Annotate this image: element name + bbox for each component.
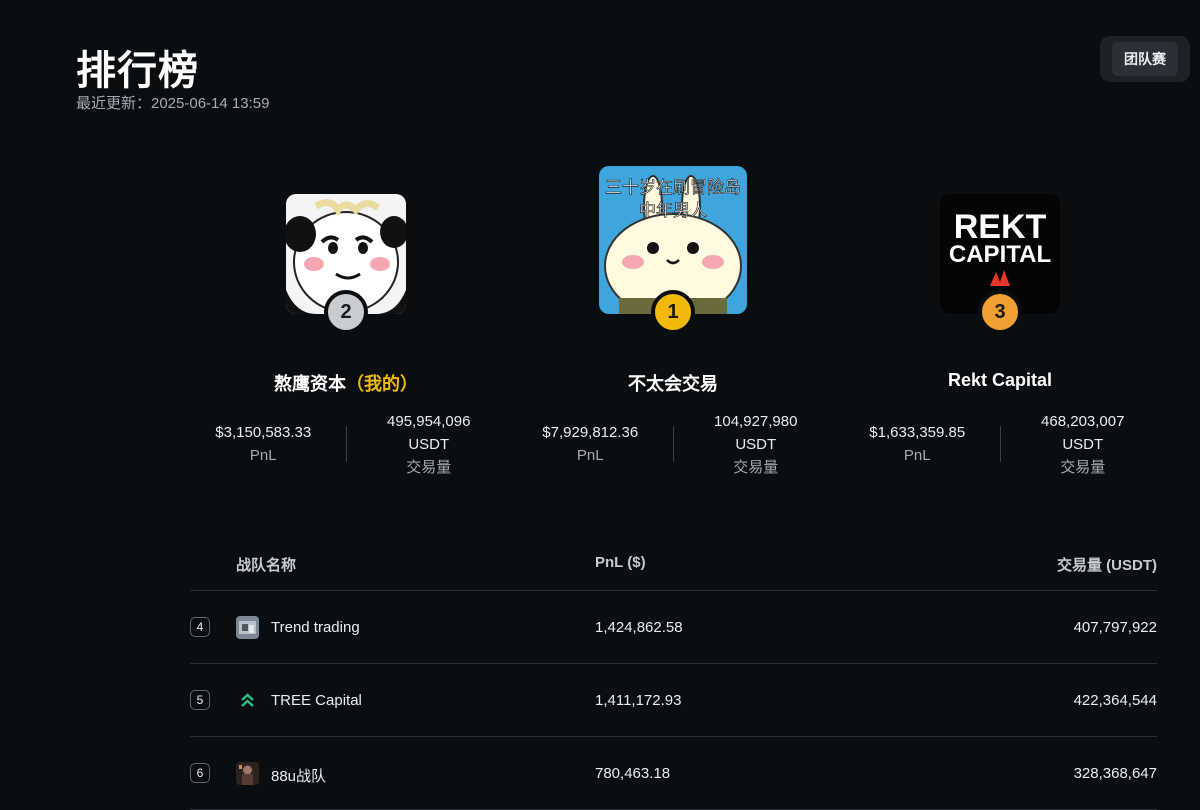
- podium-rank-2[interactable]: 2 熬鹰资本（我的） $3,150,583.33 PnL 495,954,096…: [181, 194, 511, 476]
- volume-value: 328,368,647: [1073, 765, 1157, 782]
- rank-number: 5: [190, 690, 210, 710]
- table-row[interactable]: 6 88u战队 780,463.18 328,368,647: [190, 737, 1157, 810]
- volume-value: 495,954,096: [387, 412, 471, 430]
- avatar-caption-1: 三十岁在刷冒险岛: [605, 178, 741, 198]
- avatar-caption-2: 中年男人: [639, 201, 707, 221]
- rank-number: 4: [190, 617, 210, 637]
- volume-value: 407,797,922: [1073, 619, 1157, 636]
- table-header: 战队名称 PnL ($) 交易量 (USDT): [190, 540, 1157, 591]
- logo-text-2: CAPITAL: [949, 241, 1051, 268]
- volume-unit: USDT: [408, 435, 450, 453]
- column-header-pnl[interactable]: PnL ($): [595, 554, 646, 571]
- team-name: TREE Capital: [271, 692, 362, 709]
- my-team-tag: （我的）: [346, 374, 418, 394]
- team-name: Trend trading: [271, 619, 360, 636]
- volume-label: 交易量: [733, 458, 779, 476]
- rank-badge: 2: [324, 290, 368, 334]
- volume-value: 468,203,007: [1041, 412, 1125, 430]
- pnl-value: $3,150,583.33: [215, 424, 312, 441]
- pnl-value: 1,411,172.93: [595, 692, 682, 709]
- pnl-label: PnL: [249, 447, 277, 464]
- pnl-label: PnL: [903, 447, 931, 464]
- pnl-value: $7,929,812.36: [542, 424, 639, 441]
- green-chevron-logo: [236, 689, 259, 712]
- volume-label: 交易量: [406, 458, 452, 476]
- column-header-team[interactable]: 战队名称: [236, 554, 296, 575]
- volume-value: 422,364,544: [1073, 692, 1157, 709]
- team-competition-label: 团队赛: [1112, 42, 1178, 76]
- page-title: 排行榜: [76, 49, 199, 93]
- rank-badge: 1: [651, 290, 695, 334]
- pnl-value: 1,424,862.58: [595, 619, 683, 636]
- pnl-label: PnL: [576, 447, 604, 464]
- table-row[interactable]: 5 TREE Capital 1,411,172.93 422,364,544: [190, 664, 1157, 737]
- team-name: 88u战队: [271, 768, 327, 785]
- character-avatar: [236, 762, 259, 785]
- volume-unit: USDT: [1062, 435, 1104, 453]
- rank-badge: 3: [978, 290, 1022, 334]
- leaderboard-table: 战队名称 PnL ($) 交易量 (USDT) 4 Trend trading …: [190, 540, 1157, 810]
- last-updated-text: 最近更新：2025-06-14 13:59: [76, 95, 270, 112]
- volume-unit: USDT: [735, 435, 777, 453]
- podium-team-name: Rekt Capital: [947, 370, 1053, 390]
- photo-avatar: [236, 616, 259, 639]
- podium-team-name: 不太会交易: [628, 374, 718, 394]
- column-header-volume[interactable]: 交易量 (USDT): [1057, 554, 1157, 575]
- team-competition-button[interactable]: 团队赛: [1100, 36, 1190, 82]
- rank-number: 6: [190, 763, 210, 783]
- volume-label: 交易量: [1060, 458, 1106, 476]
- pnl-value: $1,633,359.85: [869, 424, 966, 441]
- volume-value: 104,927,980: [714, 412, 798, 430]
- podium-team-name: 熬鹰资本（我的）: [274, 374, 418, 394]
- pnl-value: 780,463.18: [595, 765, 671, 782]
- podium-rank-3[interactable]: REKT CAPITAL 3 Rekt Capital $1,633,359.8…: [835, 194, 1165, 476]
- table-row[interactable]: 4 Trend trading 1,424,862.58 407,797,922: [190, 591, 1157, 664]
- podium-rank-1[interactable]: 三十岁在刷冒险岛 中年男人 1 不太会交易 $7,929,812.36 PnL …: [508, 166, 838, 476]
